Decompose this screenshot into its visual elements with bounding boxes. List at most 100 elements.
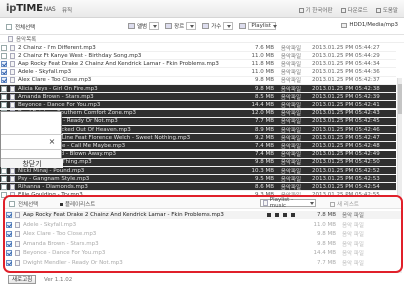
playlist-add[interactable]: 새 리스트 <box>330 200 359 208</box>
row-checkbox[interactable] <box>1 77 7 84</box>
stop-icon[interactable] <box>275 213 279 217</box>
file-type: 음악파일 <box>280 70 302 77</box>
playlist-manage[interactable]: 플레이리스트 <box>60 200 95 208</box>
list-item[interactable]: Psy - Gangnam Style.mp3 9.5 MB 음악파일 2013.01… <box>0 175 396 184</box>
list-item[interactable]: Amanda Brown - Stars.mp3 8.5 MB 음악파일 2013.0… <box>0 93 396 102</box>
file-date: 2013.01.25 PM 05:42:48 <box>312 142 380 149</box>
row-checkbox-cell <box>5 231 13 237</box>
file-date: 2013.01.25 PM 05:42:54 <box>312 183 380 190</box>
row-checkbox[interactable] <box>1 93 7 100</box>
iptime-logo: ipTIMENAS <box>6 3 56 14</box>
logo-prefix: ip <box>6 3 17 14</box>
playlist-row-checkbox[interactable] <box>6 240 12 247</box>
playlist-toolbar: 전체선택 플레이리스트 Playlist - music 새 리스트 <box>5 197 401 209</box>
playlist-item[interactable]: Beyonce - Dance For You.mp3 14.4 MB 음악 파일 <box>5 249 401 257</box>
filter-genre[interactable]: 장르 <box>165 22 197 30</box>
music-file-icon <box>9 175 15 182</box>
file-type: 음악파일 <box>280 168 302 175</box>
filter-album[interactable]: 앨범 <box>128 22 160 30</box>
move-down-icon[interactable] <box>291 213 295 217</box>
playlist-row-checkbox[interactable] <box>6 221 12 228</box>
row-checkbox[interactable] <box>1 60 7 67</box>
file-date: 2013.01.25 PM 05:44:34 <box>312 60 380 67</box>
close-window-button[interactable]: 창닫기 <box>1 158 63 168</box>
music-file-icon <box>9 60 15 67</box>
filter-album-dropdown[interactable] <box>149 22 160 30</box>
close-icon[interactable]: × <box>47 137 57 147</box>
file-size: 14.4 MB <box>251 101 274 108</box>
list-item[interactable]: Alex Clare - Too Close.mp3 9.8 MB 음악파일 2013… <box>0 77 396 85</box>
playlist-row-checkbox[interactable] <box>6 250 12 256</box>
list-item[interactable]: 2 Chainz - I'm Different.mp3 7.6 MB 음악파일 20… <box>0 44 396 52</box>
file-date: 2013.01.25 PM 05:42:47 <box>312 134 380 141</box>
header-link-language[interactable]: 기 한국어판 <box>298 6 333 14</box>
list-item[interactable]: 2 Chainz Ft Kanye West - Birthday Song.m… <box>0 52 396 61</box>
chevron-down-icon <box>190 24 195 28</box>
move-up-icon[interactable] <box>283 213 287 217</box>
playlist-select-all[interactable]: 전체선택 <box>9 200 38 208</box>
file-type: 음악파일 <box>280 160 302 167</box>
row-icon-cell <box>8 183 16 190</box>
select-all-checkbox[interactable] <box>6 24 12 30</box>
row-checkbox-cell <box>0 183 8 190</box>
playlist-file-size: 7.8 MB <box>316 212 336 218</box>
playlist-file-type: 음악 파일 <box>342 222 364 229</box>
album-icon <box>128 23 135 29</box>
file-date: 2013.01.25 PM 05:42:39 <box>312 93 380 100</box>
select-all[interactable]: 전체선택 <box>6 23 35 31</box>
filter-artist[interactable]: 가수 <box>202 22 234 30</box>
list-item[interactable]: Aap Rocky Feat Drake 2 Chainz And Kendri… <box>0 60 396 69</box>
row-checkbox[interactable] <box>1 85 7 92</box>
filter-playlist[interactable]: Playlist <box>239 22 277 30</box>
playlist-row-checkbox[interactable] <box>6 231 12 237</box>
music-file-icon <box>9 77 15 84</box>
refresh-button[interactable]: 새로고침 <box>8 275 37 284</box>
playlist-item[interactable]: Alex Clare - Too Close.mp3 9.8 MB 음악 파일 <box>5 230 401 238</box>
row-checkbox-cell <box>5 212 13 218</box>
file-size: 9.8 MB <box>254 85 274 92</box>
header-link-download[interactable]: 다운로드 <box>340 6 368 14</box>
row-checkbox[interactable] <box>1 69 7 76</box>
playlist-item[interactable]: Aap Rocky Feat Drake 2 Chainz And Kendri… <box>5 211 401 219</box>
header-link-help[interactable]: 도움말 <box>375 6 398 14</box>
row-checkbox[interactable] <box>1 44 7 51</box>
file-type: 음악파일 <box>280 135 302 142</box>
row-checkbox[interactable] <box>1 52 7 59</box>
play-icon[interactable] <box>267 213 271 217</box>
row-icon-cell <box>13 240 21 247</box>
row-checkbox[interactable] <box>1 167 7 174</box>
playlist-row-checkbox[interactable] <box>6 259 12 266</box>
list-item[interactable]: Adele - Skyfall.mp3 11.0 MB 음악파일 2013.01.25… <box>0 69 396 77</box>
file-size: 11.0 MB <box>251 69 274 76</box>
row-checkbox[interactable] <box>1 175 7 182</box>
folder-select[interactable]: HDD1/Media/mp3 <box>341 22 398 28</box>
list-item[interactable]: Alicia Keys - Girl On Fire.mp3 9.8 MB 음악파일… <box>0 85 396 93</box>
playlist-row-checkbox[interactable] <box>6 212 12 218</box>
list-item[interactable]: Rihanna - Diamonds.mp3 8.6 MB 음악파일 2013.01.… <box>0 183 396 192</box>
row-checkbox[interactable] <box>1 101 7 108</box>
file-type: 음악파일 <box>280 111 302 118</box>
list-item[interactable]: Beyonce - Dance For You.mp3 14.4 MB 음악파일 20… <box>0 101 396 110</box>
music-file-icon <box>9 101 15 108</box>
playlist-select-value: Playlist - music <box>269 197 294 209</box>
playlist-file-name: Alex Clare - Too Close.mp3 <box>23 231 97 237</box>
playlist-item[interactable]: Adele - Skyfall.mp3 11.0 MB 음악 파일 <box>5 221 401 229</box>
playlist-item[interactable]: Amanda Brown - Stars.mp3 9.8 MB 음악 파일 <box>5 240 401 248</box>
playlist-select-all-checkbox[interactable] <box>9 201 15 207</box>
list-item[interactable]: Nicki Minaj - Pound.mp3 10.3 MB 음악파일 2013.0… <box>0 167 396 175</box>
row-checkbox[interactable] <box>1 183 7 190</box>
scrollbar-thumb[interactable] <box>398 84 402 114</box>
file-type: 음악파일 <box>280 152 302 159</box>
add-icon <box>330 201 335 207</box>
row-checkbox-cell <box>0 167 8 174</box>
filter-playlist-dropdown[interactable]: Playlist <box>248 22 277 30</box>
file-date: 2013.01.25 PM 05:42:50 <box>312 159 380 166</box>
filter-genre-dropdown[interactable] <box>186 22 197 30</box>
file-date: 2013.01.25 PM 05:42:41 <box>312 101 380 108</box>
playlist-item[interactable]: Dwight Mendler - Ready Or Not.mp3 7.7 MB 음… <box>5 259 401 267</box>
playback-controls <box>261 213 301 217</box>
music-file-icon <box>9 183 15 190</box>
filter-artist-dropdown[interactable] <box>223 22 234 30</box>
file-size: 9.8 MB <box>254 77 274 84</box>
playlist-select[interactable]: Playlist - music <box>260 197 316 209</box>
